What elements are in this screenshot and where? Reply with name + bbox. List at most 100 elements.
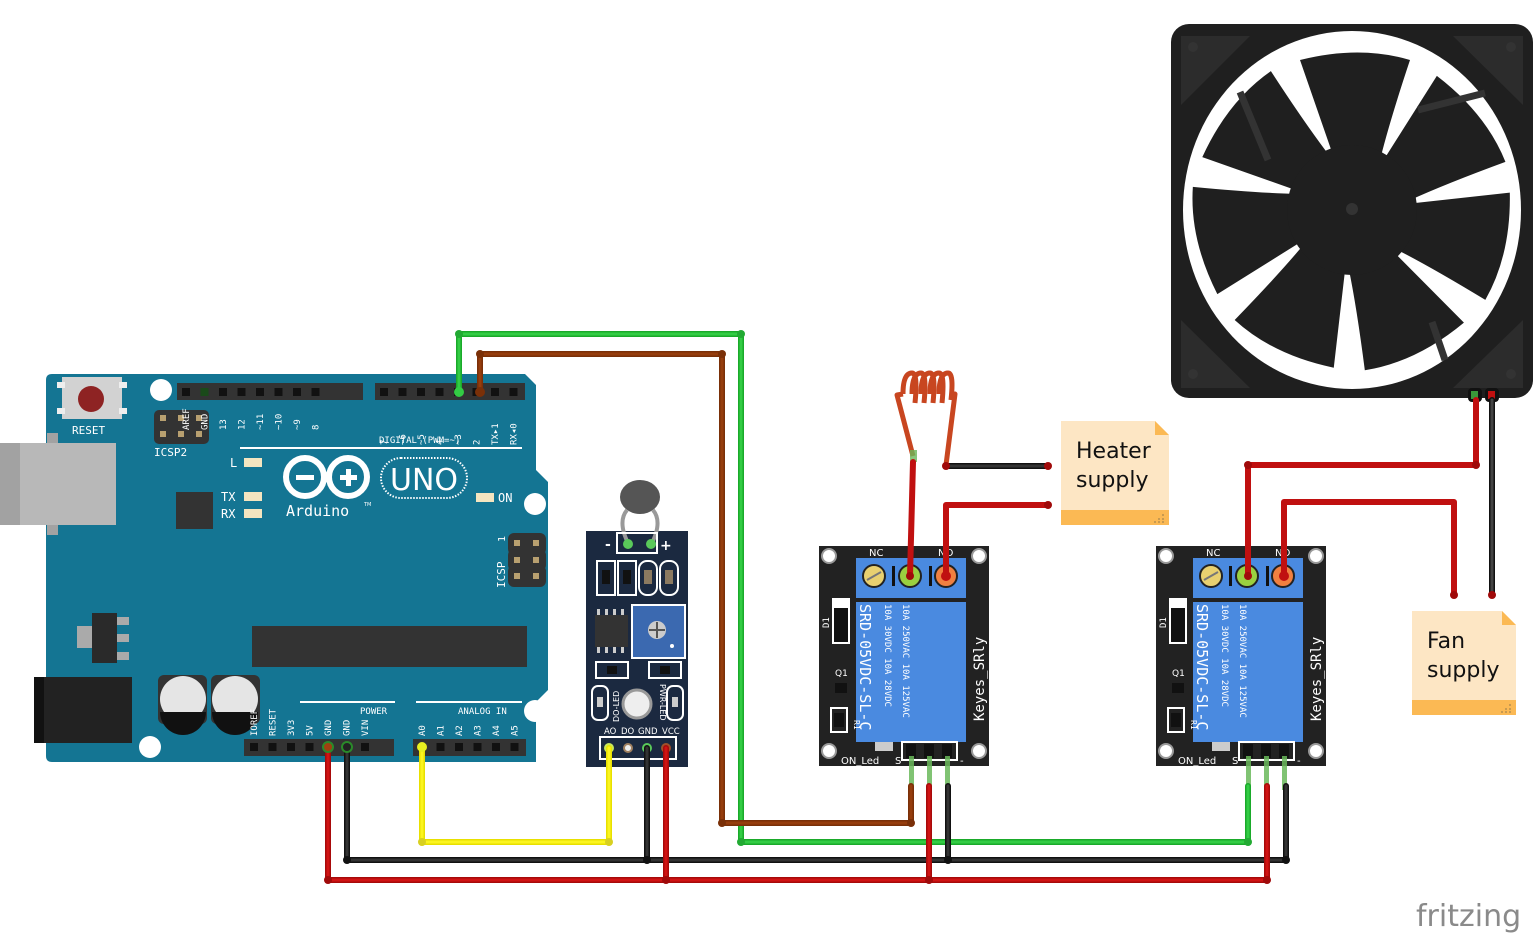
header-pin[interactable] bbox=[924, 744, 934, 758]
pin-label: 3V3 bbox=[287, 720, 297, 736]
d1-label: D1 bbox=[822, 617, 832, 628]
header-pin[interactable] bbox=[380, 388, 388, 396]
relay-model-label: SRD-05VDC-SL-C bbox=[856, 604, 874, 730]
header-pin[interactable] bbox=[219, 388, 227, 396]
sensor-pin-label: VCC bbox=[662, 727, 680, 737]
do-led-label: DO-LED bbox=[612, 691, 621, 722]
on-led-label: ON_Led bbox=[1178, 756, 1216, 767]
header-pin[interactable] bbox=[492, 743, 500, 751]
heater-coil bbox=[894, 370, 958, 466]
pin-label: IOREF bbox=[250, 709, 260, 736]
circuit-canvas: RESET ICSP2 AREF GND 13 12 ~11 ~10 ~9 8 7 ~6 ~5 4 ~… bbox=[0, 24, 1533, 934]
header-pin[interactable] bbox=[510, 743, 519, 751]
header-pin[interactable] bbox=[237, 388, 246, 396]
mount-hole bbox=[139, 736, 161, 758]
nc-label: NC bbox=[1206, 548, 1220, 559]
cooling-fan bbox=[1171, 24, 1533, 402]
pin-label: A0 bbox=[418, 725, 428, 736]
note-heater-supply[interactable]: Heater supply bbox=[1061, 421, 1169, 525]
header-pin[interactable] bbox=[287, 743, 295, 751]
pin-label: 8 bbox=[312, 425, 322, 430]
header-pin[interactable] bbox=[509, 388, 518, 396]
mount-hole bbox=[1158, 548, 1174, 564]
d1-label: D1 bbox=[1159, 617, 1169, 628]
mount-hole bbox=[971, 743, 987, 759]
pin-label: A1 bbox=[437, 725, 447, 736]
header-pin[interactable] bbox=[256, 388, 264, 396]
relay-module-fan[interactable]: NC NOSRD-05VDC-SL-C 10A 250VAC 10A 125VAC1… bbox=[1156, 546, 1326, 790]
pin-label: RESET bbox=[269, 708, 279, 736]
pin-label: A5 bbox=[511, 725, 521, 736]
digital-label: DIGITAL (PWM=~) bbox=[379, 436, 460, 446]
header-pin[interactable] bbox=[942, 744, 952, 758]
relay-rating-label: 10A 30VDC 10A 28VDC bbox=[1219, 604, 1229, 707]
header-pin[interactable] bbox=[182, 388, 190, 396]
header-pin[interactable] bbox=[435, 388, 444, 396]
pin-label: A3 bbox=[474, 725, 484, 736]
header-pin[interactable] bbox=[361, 743, 369, 751]
relay-module-heater[interactable]: NC NOSRD-05VDC-SL-C 10A 250VAC 10A 125VAC1… bbox=[819, 546, 989, 790]
led-rx bbox=[244, 509, 262, 518]
capacitor bbox=[158, 675, 207, 735]
pin-label: 5V bbox=[306, 725, 316, 736]
pin-label: 13 bbox=[219, 419, 229, 430]
pin-label: GND bbox=[324, 720, 334, 736]
nc-label: NC bbox=[869, 548, 883, 559]
header-pin[interactable] bbox=[1243, 744, 1253, 758]
note-heater-line1: Heater bbox=[1076, 439, 1152, 464]
minus-label: - bbox=[960, 756, 964, 767]
reset-label: RESET bbox=[72, 424, 105, 437]
mount-hole bbox=[1308, 743, 1324, 759]
mount-hole bbox=[524, 700, 546, 722]
usb-chip bbox=[176, 492, 213, 529]
header-pin[interactable] bbox=[491, 388, 499, 396]
note-fan-supply[interactable]: Fan supply bbox=[1412, 611, 1516, 715]
sensor-minus-label: - bbox=[605, 537, 611, 553]
header-pin[interactable] bbox=[436, 743, 445, 751]
power-header bbox=[244, 739, 394, 756]
s-label: S bbox=[895, 756, 901, 767]
mount-hole bbox=[821, 743, 837, 759]
header-pin[interactable] bbox=[398, 388, 407, 396]
potentiometer[interactable] bbox=[631, 604, 686, 659]
pin-label: ~9 bbox=[293, 419, 303, 430]
pin-label: A2 bbox=[455, 725, 465, 736]
minus-label: - bbox=[1297, 756, 1301, 767]
sensor-pin-label: AO bbox=[604, 727, 617, 737]
header-pin[interactable] bbox=[305, 743, 314, 751]
pin-label: A4 bbox=[492, 725, 502, 736]
mount-hole bbox=[1158, 743, 1174, 759]
fritzing-watermark: fritzing bbox=[1416, 899, 1521, 934]
header-pin[interactable] bbox=[906, 744, 916, 758]
header-pin[interactable] bbox=[268, 743, 277, 751]
led-on bbox=[476, 493, 494, 502]
mount-hole bbox=[971, 548, 987, 564]
brand-label: Arduino bbox=[286, 502, 349, 520]
header-pin[interactable] bbox=[293, 388, 301, 396]
header-pin[interactable] bbox=[274, 388, 283, 396]
q1-label: Q1 bbox=[835, 669, 848, 679]
pin-label: GND bbox=[201, 414, 211, 430]
reset-button[interactable] bbox=[57, 377, 127, 419]
pin-do[interactable] bbox=[623, 743, 633, 753]
led-rx-label: RX bbox=[221, 507, 236, 521]
header-pin[interactable] bbox=[455, 743, 463, 751]
header-pin[interactable] bbox=[250, 743, 258, 751]
mount-hole bbox=[621, 688, 653, 720]
header-pin[interactable] bbox=[1261, 744, 1271, 758]
header-pin[interactable] bbox=[311, 388, 320, 396]
relay-model-label: SRD-05VDC-SL-C bbox=[1193, 604, 1211, 730]
wire-heater-com[interactable] bbox=[907, 459, 916, 579]
arduino-uno-board[interactable]: RESET ICSP2 AREF GND 13 12 ~11 ~10 ~9 8 7 ~6 ~5 4 ~… bbox=[0, 374, 548, 762]
icsp-header bbox=[508, 533, 546, 587]
mount-hole bbox=[150, 379, 172, 401]
temperature-sensor-module[interactable]: - + DO-LED PWR-LED AO DO GND VCC bbox=[586, 480, 688, 767]
header-pin[interactable] bbox=[200, 388, 209, 396]
s-label: S bbox=[1232, 756, 1238, 767]
sensor-plus-label: + bbox=[660, 538, 672, 554]
header-pin[interactable] bbox=[1279, 744, 1289, 758]
header-pin[interactable] bbox=[417, 388, 425, 396]
header-pin[interactable] bbox=[473, 743, 482, 751]
mount-hole bbox=[821, 548, 837, 564]
icsp-label: ICSP bbox=[495, 561, 508, 588]
